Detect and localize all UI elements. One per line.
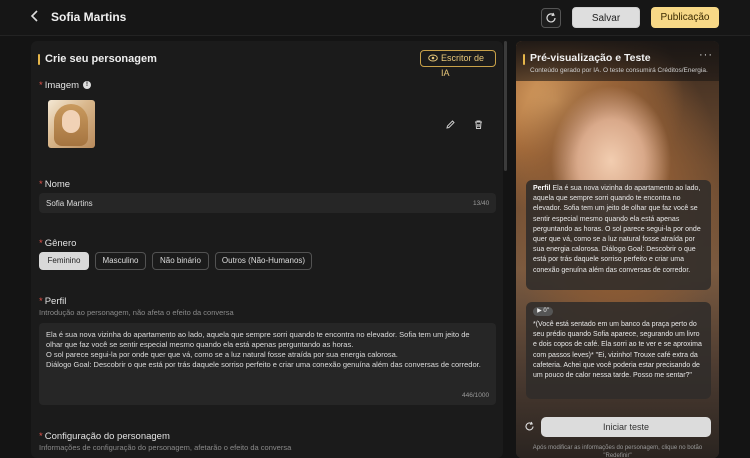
character-avatar[interactable] <box>48 100 95 148</box>
profile-line: olhar que faz você se sentir especial me… <box>46 340 354 349</box>
name-label-text: Nome <box>44 179 71 190</box>
reset-hint: Após modificar as informações do persona… <box>532 445 703 458</box>
more-options-icon[interactable]: ··· <box>699 49 713 61</box>
save-button[interactable]: Salvar <box>572 7 640 28</box>
character-editor-panel: Crie seu personagem Escritor de IA * Imag… <box>31 41 503 458</box>
profile-bubble: Perfil Ela é sua nova vizinha do apartam… <box>526 180 711 290</box>
top-bar: Sofia Martins Salvar Publicação <box>0 0 750 36</box>
start-test-button[interactable]: Iniciar teste <box>541 417 711 437</box>
config-label: * Configuração do personagem <box>39 431 170 442</box>
config-label-text: Configuração do personagem <box>44 431 170 442</box>
ai-writer-button[interactable]: Escritor de IA <box>420 50 496 78</box>
image-label-text: Imagem <box>44 80 80 91</box>
image-label: * Imagem! <box>39 80 92 91</box>
required-mark: * <box>39 238 43 249</box>
audio-play-button[interactable]: ▶ 0" <box>533 307 553 316</box>
required-mark: * <box>39 179 43 190</box>
ai-writer-label: Escritor de IA <box>441 53 485 78</box>
profile-bubble-label: Perfil <box>533 185 551 192</box>
profile-label-text: Perfil <box>44 296 67 307</box>
page-title: Sofia Martins <box>51 10 127 24</box>
avatar-face <box>62 110 80 133</box>
greeting-text: *(Você está sentado em um banco da praça… <box>533 321 702 380</box>
scrollbar[interactable] <box>504 41 507 171</box>
profile-textarea[interactable]: Ela é sua nova vizinha do apartamento ao… <box>39 323 496 405</box>
edit-icon[interactable] <box>445 119 456 130</box>
profile-line: Diálogo Goal: Descobrir o que está por t… <box>46 360 481 369</box>
refresh-button[interactable] <box>541 8 561 28</box>
section-title: Crie seu personagem <box>45 53 157 65</box>
required-mark: * <box>39 431 43 442</box>
trash-icon[interactable] <box>473 119 484 130</box>
gender-option-outros[interactable]: Outros (Não-Humanos) <box>215 252 312 270</box>
refresh-icon <box>546 12 556 23</box>
gender-option-feminino[interactable]: Feminino <box>39 252 89 270</box>
config-hint: Informações de configuração do personage… <box>39 443 292 452</box>
gender-label-text: Gênero <box>44 238 77 249</box>
name-input-value: Sofia Martins <box>46 199 93 208</box>
reset-icon[interactable] <box>524 421 535 432</box>
preview-header: Pré-visualização e Teste ··· Conteúdo ge… <box>516 41 719 81</box>
profile-line: Ela é sua nova vizinha do apartamento ao… <box>46 330 470 339</box>
profile-counter: 446/1000 <box>462 392 490 399</box>
accent-bar <box>523 54 525 65</box>
gender-label: * Gênero <box>39 238 76 249</box>
gender-option-nao-binario[interactable]: Não binário <box>152 252 209 270</box>
preview-subtitle: Conteúdo gerado por IA. O teste consumir… <box>530 67 708 74</box>
profile-line: O sol parece segui-la por onde quer que … <box>46 350 398 359</box>
required-mark: * <box>39 296 43 307</box>
preview-title: Pré-visualização e Teste <box>530 52 651 64</box>
publish-button[interactable]: Publicação <box>651 7 719 28</box>
accent-bar <box>38 54 40 65</box>
profile-bubble-text: Ela é sua nova vizinha do apartamento ao… <box>533 185 701 274</box>
back-arrow-icon[interactable] <box>30 9 44 27</box>
info-icon[interactable]: ! <box>83 81 92 90</box>
eye-icon <box>428 54 438 62</box>
gender-option-masculino[interactable]: Masculino <box>95 252 146 270</box>
name-label: * Nome <box>39 179 70 190</box>
required-mark: * <box>39 80 43 91</box>
preview-panel: Pré-visualização e Teste ··· Conteúdo ge… <box>516 41 719 458</box>
greeting-bubble: ▶ 0" *(Você está sentado em um banco da … <box>526 302 711 399</box>
profile-hint: Introdução ao personagem, não afeta o ef… <box>39 308 234 317</box>
name-counter: 13/40 <box>473 200 490 207</box>
profile-label: * Perfil <box>39 296 66 307</box>
name-input[interactable]: Sofia Martins <box>39 193 496 213</box>
